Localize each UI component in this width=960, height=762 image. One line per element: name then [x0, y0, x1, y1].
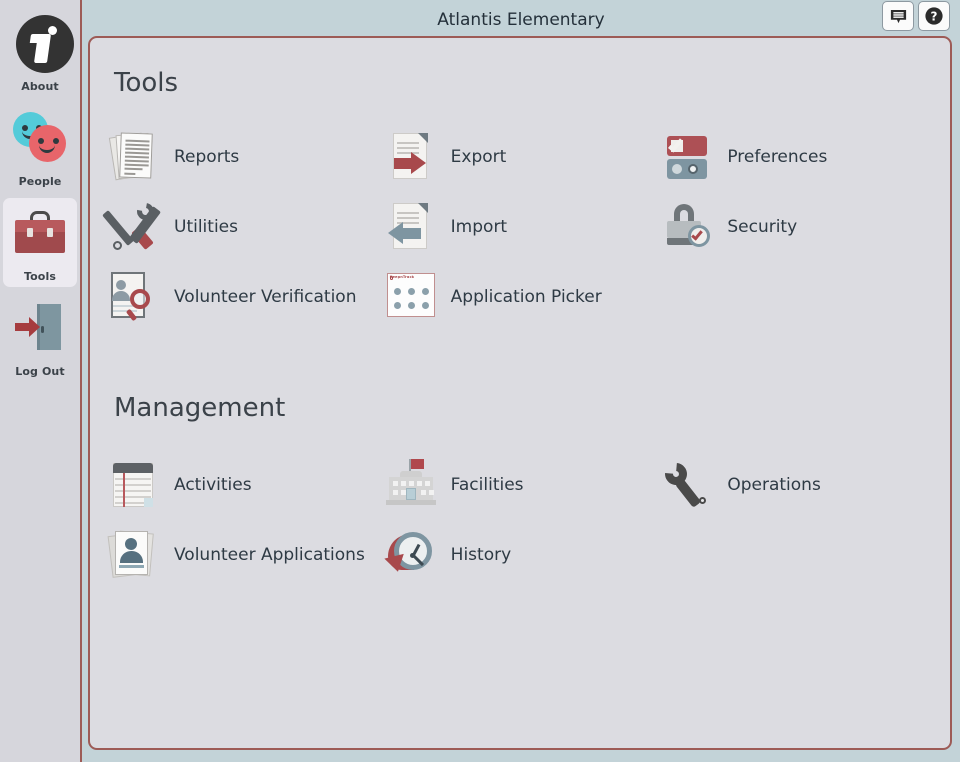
grid-row: Utilities Import Security — [102, 192, 936, 262]
logout-icon — [9, 298, 71, 360]
management-label: Volunteer Applications — [174, 545, 365, 565]
tool-label: Export — [450, 147, 507, 167]
security-icon — [659, 198, 717, 256]
sidebar-item-about[interactable]: About — [3, 8, 77, 97]
management-facilities[interactable]: Facilities — [383, 450, 660, 520]
sidebar-item-label: About — [21, 80, 59, 93]
toolbox-icon — [9, 203, 71, 265]
help-icon: ? — [925, 7, 943, 25]
notes-button[interactable] — [882, 1, 914, 31]
management-label: History — [450, 545, 512, 565]
tool-label: Preferences — [727, 147, 828, 167]
tool-label: Application Picker — [450, 287, 602, 307]
tool-import[interactable]: Import — [383, 192, 660, 262]
sidebar-item-label: People — [18, 175, 62, 188]
tool-label: Utilities — [174, 217, 238, 237]
management-grid: Activities Facilities Operations Volunte… — [106, 450, 936, 590]
header: Atlantis Elementary ? — [82, 0, 960, 40]
tool-label: Security — [727, 217, 798, 237]
management-operations[interactable]: Operations — [659, 450, 936, 520]
grid-row: Volunteer Verification KeepnTrack Applic… — [106, 262, 936, 332]
tool-volunteer-verification[interactable]: Volunteer Verification — [106, 262, 383, 332]
application-picker-brand: KeepnTrack — [389, 275, 415, 279]
section-title-tools: Tools — [114, 68, 179, 98]
preferences-icon — [659, 128, 717, 186]
tool-application-picker[interactable]: KeepnTrack Application Picker — [383, 262, 660, 332]
sidebar-item-tools[interactable]: Tools — [3, 198, 77, 287]
grid-row: Activities Facilities Operations — [106, 450, 936, 520]
svg-text:?: ? — [931, 10, 938, 24]
tools-grid: Reports Export Preferences Utilities Imp… — [102, 122, 936, 332]
grid-row: Reports Export Preferences — [106, 122, 936, 192]
management-label: Activities — [174, 475, 252, 495]
page-title: Atlantis Elementary — [437, 10, 605, 30]
tool-export[interactable]: Export — [383, 122, 660, 192]
volunteer-applications-icon — [106, 526, 164, 584]
sidebar-item-label: Log Out — [15, 365, 65, 378]
volunteer-verification-icon — [106, 268, 164, 326]
tool-label: Import — [450, 217, 508, 237]
sidebar: About People Tools Log Out — [0, 0, 82, 762]
tool-label: Volunteer Verification — [174, 287, 357, 307]
reports-icon — [106, 128, 164, 186]
grid-cell-empty — [659, 520, 936, 590]
export-icon — [383, 128, 441, 186]
operations-icon — [659, 456, 717, 514]
import-icon — [383, 198, 441, 256]
tool-reports[interactable]: Reports — [106, 122, 383, 192]
notes-icon — [890, 9, 906, 23]
activities-icon — [106, 456, 164, 514]
content-panel: Tools Reports Export Preferences Utiliti… — [88, 36, 952, 750]
facilities-icon — [383, 456, 441, 514]
management-label: Facilities — [450, 475, 524, 495]
section-title-management: Management — [114, 393, 286, 423]
tool-preferences[interactable]: Preferences — [659, 122, 936, 192]
help-button[interactable]: ? — [918, 1, 950, 31]
utilities-icon — [102, 198, 164, 256]
management-activities[interactable]: Activities — [106, 450, 383, 520]
management-volunteer-applications[interactable]: Volunteer Applications — [106, 520, 383, 590]
application-picker-icon: KeepnTrack — [383, 268, 441, 326]
management-label: Operations — [727, 475, 821, 495]
management-history[interactable]: History — [383, 520, 660, 590]
tool-utilities[interactable]: Utilities — [102, 192, 383, 262]
sidebar-item-people[interactable]: People — [3, 103, 77, 192]
grid-cell-empty — [659, 262, 936, 332]
history-icon — [383, 526, 441, 584]
sidebar-item-label: Tools — [24, 270, 56, 283]
people-icon — [9, 108, 71, 170]
tool-label: Reports — [174, 147, 240, 167]
sidebar-item-log-out[interactable]: Log Out — [3, 293, 77, 382]
info-icon — [9, 13, 74, 75]
tool-security[interactable]: Security — [659, 192, 936, 262]
grid-row: Volunteer Applications History — [106, 520, 936, 590]
